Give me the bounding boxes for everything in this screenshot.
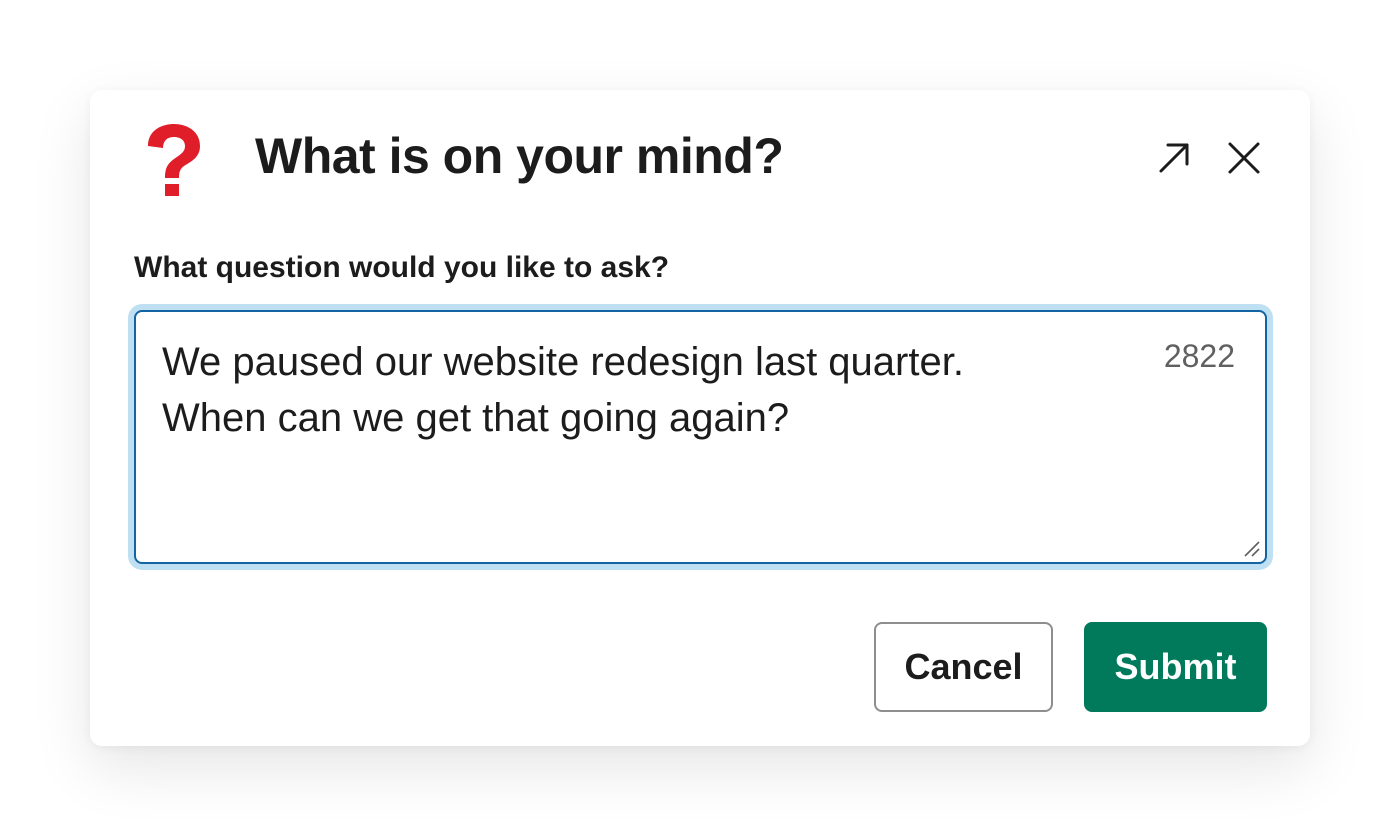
question-textarea[interactable]: We paused our website redesign last quar… (134, 310, 1267, 564)
cancel-button[interactable]: Cancel (874, 622, 1053, 712)
question-text-line: When can we get that going again? (162, 396, 790, 440)
expand-button[interactable] (1152, 136, 1196, 180)
char-count: 2822 (1163, 338, 1235, 374)
close-icon (1228, 142, 1260, 174)
question-field-label: What question would you like to ask? (134, 251, 670, 284)
modal-title: What is on your mind? (255, 128, 784, 184)
submit-button[interactable]: Submit (1084, 622, 1267, 712)
resize-handle-icon[interactable] (1243, 540, 1261, 558)
close-button[interactable] (1222, 136, 1266, 180)
question-mark-icon (134, 120, 214, 200)
question-modal: What is on your mind? What question woul… (90, 90, 1310, 746)
expand-arrow-icon (1159, 143, 1189, 173)
question-text-line: We paused our website redesign last quar… (162, 340, 964, 384)
question-text[interactable]: We paused our website redesign last quar… (162, 334, 1122, 446)
